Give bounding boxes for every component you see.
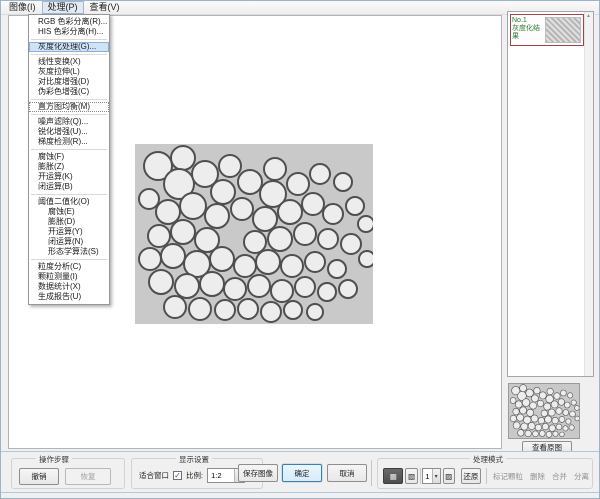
menu-item[interactable]: 数据统计(X): [29, 282, 109, 292]
ok-button[interactable]: 确定: [282, 464, 322, 482]
menu-item[interactable]: 膨胀(D): [29, 217, 109, 227]
history-group: 操作步骤 撤销 恢复: [11, 458, 125, 489]
menu-item[interactable]: 开运算(K): [29, 172, 109, 182]
toolbar-divider: [371, 460, 372, 486]
result-list-item-selected[interactable]: No.1 灰度化结果: [510, 14, 584, 46]
menu-item[interactable]: 线性变换(X): [29, 57, 109, 67]
menu-item[interactable]: HIS 色彩分离(H)...: [29, 27, 109, 37]
scroll-up-icon[interactable]: ▲: [586, 13, 591, 19]
menu-item[interactable]: 形态学算法(S): [29, 247, 109, 257]
mode-group-caption: 处理模式: [470, 454, 506, 465]
menu-item[interactable]: 颗粒测量(I): [29, 272, 109, 282]
result-item-thumbnail: [545, 17, 581, 43]
status-strip: [1, 493, 599, 499]
menu-separator: [31, 194, 107, 195]
cancel-button[interactable]: 取消: [327, 464, 367, 482]
microsphere-image: [135, 144, 373, 324]
menu-image[interactable]: 图像(I): [3, 1, 42, 14]
menu-item[interactable]: 生成报告(U): [29, 292, 109, 302]
result-item-label: No.1 灰度化结果: [511, 15, 543, 45]
list-scrollbar[interactable]: ▲: [584, 12, 593, 376]
menu-item[interactable]: 腐蚀(E): [29, 207, 109, 217]
menu-separator: [31, 259, 107, 260]
select-icon: ▧: [408, 472, 415, 481]
app-window: 图像(I) 处理(P) 查看(V) RGB 色彩分离(R)...HIS 色彩分离…: [0, 0, 600, 499]
menu-item[interactable]: 直方图均衡(M): [29, 102, 109, 112]
menu-separator: [31, 39, 107, 40]
bottom-command-bar: 操作步骤 撤销 恢复 显示设置 适合窗口 ✓ 比例: 1:2 ▾ 保存图像 确定…: [1, 451, 599, 492]
tool-divider: [486, 468, 487, 484]
chevron-down-icon[interactable]: ▾: [432, 469, 440, 483]
menu-separator: [31, 99, 107, 100]
pen-size-combobox[interactable]: 1 ▾: [422, 468, 440, 484]
redo-button[interactable]: 恢复: [65, 468, 111, 485]
delete-label[interactable]: 删除: [530, 471, 545, 482]
reset-button[interactable]: 还原: [461, 468, 481, 484]
grid-icon: ▦: [390, 472, 397, 481]
microsphere-image-svg: [135, 144, 373, 324]
menu-item[interactable]: 噪声滤除(Q)...: [29, 117, 109, 127]
fit-window-checkbox[interactable]: ✓: [173, 471, 182, 480]
menu-item[interactable]: 闭运算(B): [29, 182, 109, 192]
fit-window-label: 适合窗口: [139, 470, 169, 481]
tool-divider: [420, 468, 421, 484]
menu-item[interactable]: 伪彩色增强(C): [29, 87, 109, 97]
mark-particles-label[interactable]: 标记颗粒: [493, 471, 523, 482]
menu-item[interactable]: RGB 色彩分离(R)...: [29, 17, 109, 27]
menu-item[interactable]: 灰度拉伸(L): [29, 67, 109, 77]
menu-item[interactable]: 梯度检测(R)...: [29, 137, 109, 147]
erase-icon: ▨: [445, 472, 452, 481]
menu-separator: [31, 114, 107, 115]
mode-group: 处理模式 ▦ ▧ 1 ▾ ▨ 还原 标记颗粒 删除 合并 分离: [377, 458, 593, 489]
menu-view[interactable]: 查看(V): [84, 1, 126, 14]
menu-item[interactable]: 阈值二值化(O): [29, 197, 109, 207]
history-group-caption: 操作步骤: [36, 454, 72, 465]
display-group-caption: 显示设置: [176, 454, 212, 465]
menu-separator: [31, 149, 107, 150]
result-item-line2: 灰度化结果: [512, 25, 542, 41]
original-image-thumbnail[interactable]: [508, 383, 580, 439]
processing-menu: RGB 色彩分离(R)...HIS 色彩分离(H)... 灰度化处理(G)... 线…: [28, 14, 110, 305]
menu-item[interactable]: 膨胀(Z): [29, 162, 109, 172]
menu-item[interactable]: 腐蚀(F): [29, 152, 109, 162]
menu-separator: [31, 54, 107, 55]
original-thumbnail-svg: [509, 384, 579, 438]
split-label[interactable]: 分离: [574, 471, 589, 482]
pen-size-value: 1: [423, 472, 431, 481]
zoom-ratio-label: 比例:: [186, 470, 203, 481]
save-image-button[interactable]: 保存图像: [238, 464, 278, 482]
menu-item[interactable]: 锐化增强(U)...: [29, 127, 109, 137]
menu-item[interactable]: 闭运算(N): [29, 237, 109, 247]
undo-button[interactable]: 撤销: [19, 468, 59, 485]
menu-processing[interactable]: 处理(P): [42, 1, 84, 14]
menu-item[interactable]: 开运算(Y): [29, 227, 109, 237]
zoom-ratio-value: 1:2: [208, 471, 234, 480]
grid-tool-button[interactable]: ▦: [383, 468, 403, 484]
result-item-line1: No.1: [512, 17, 542, 25]
menu-item[interactable]: 对比度增强(D): [29, 77, 109, 87]
merge-label[interactable]: 合并: [552, 471, 567, 482]
menu-item[interactable]: 粒度分析(C): [29, 262, 109, 272]
select-tool-button[interactable]: ▧: [405, 468, 417, 484]
erase-tool-button[interactable]: ▨: [443, 468, 455, 484]
menu-item[interactable]: 灰度化处理(G)...: [29, 42, 109, 52]
result-thumbnail-list[interactable]: No.1 灰度化结果 ▲: [507, 11, 594, 377]
